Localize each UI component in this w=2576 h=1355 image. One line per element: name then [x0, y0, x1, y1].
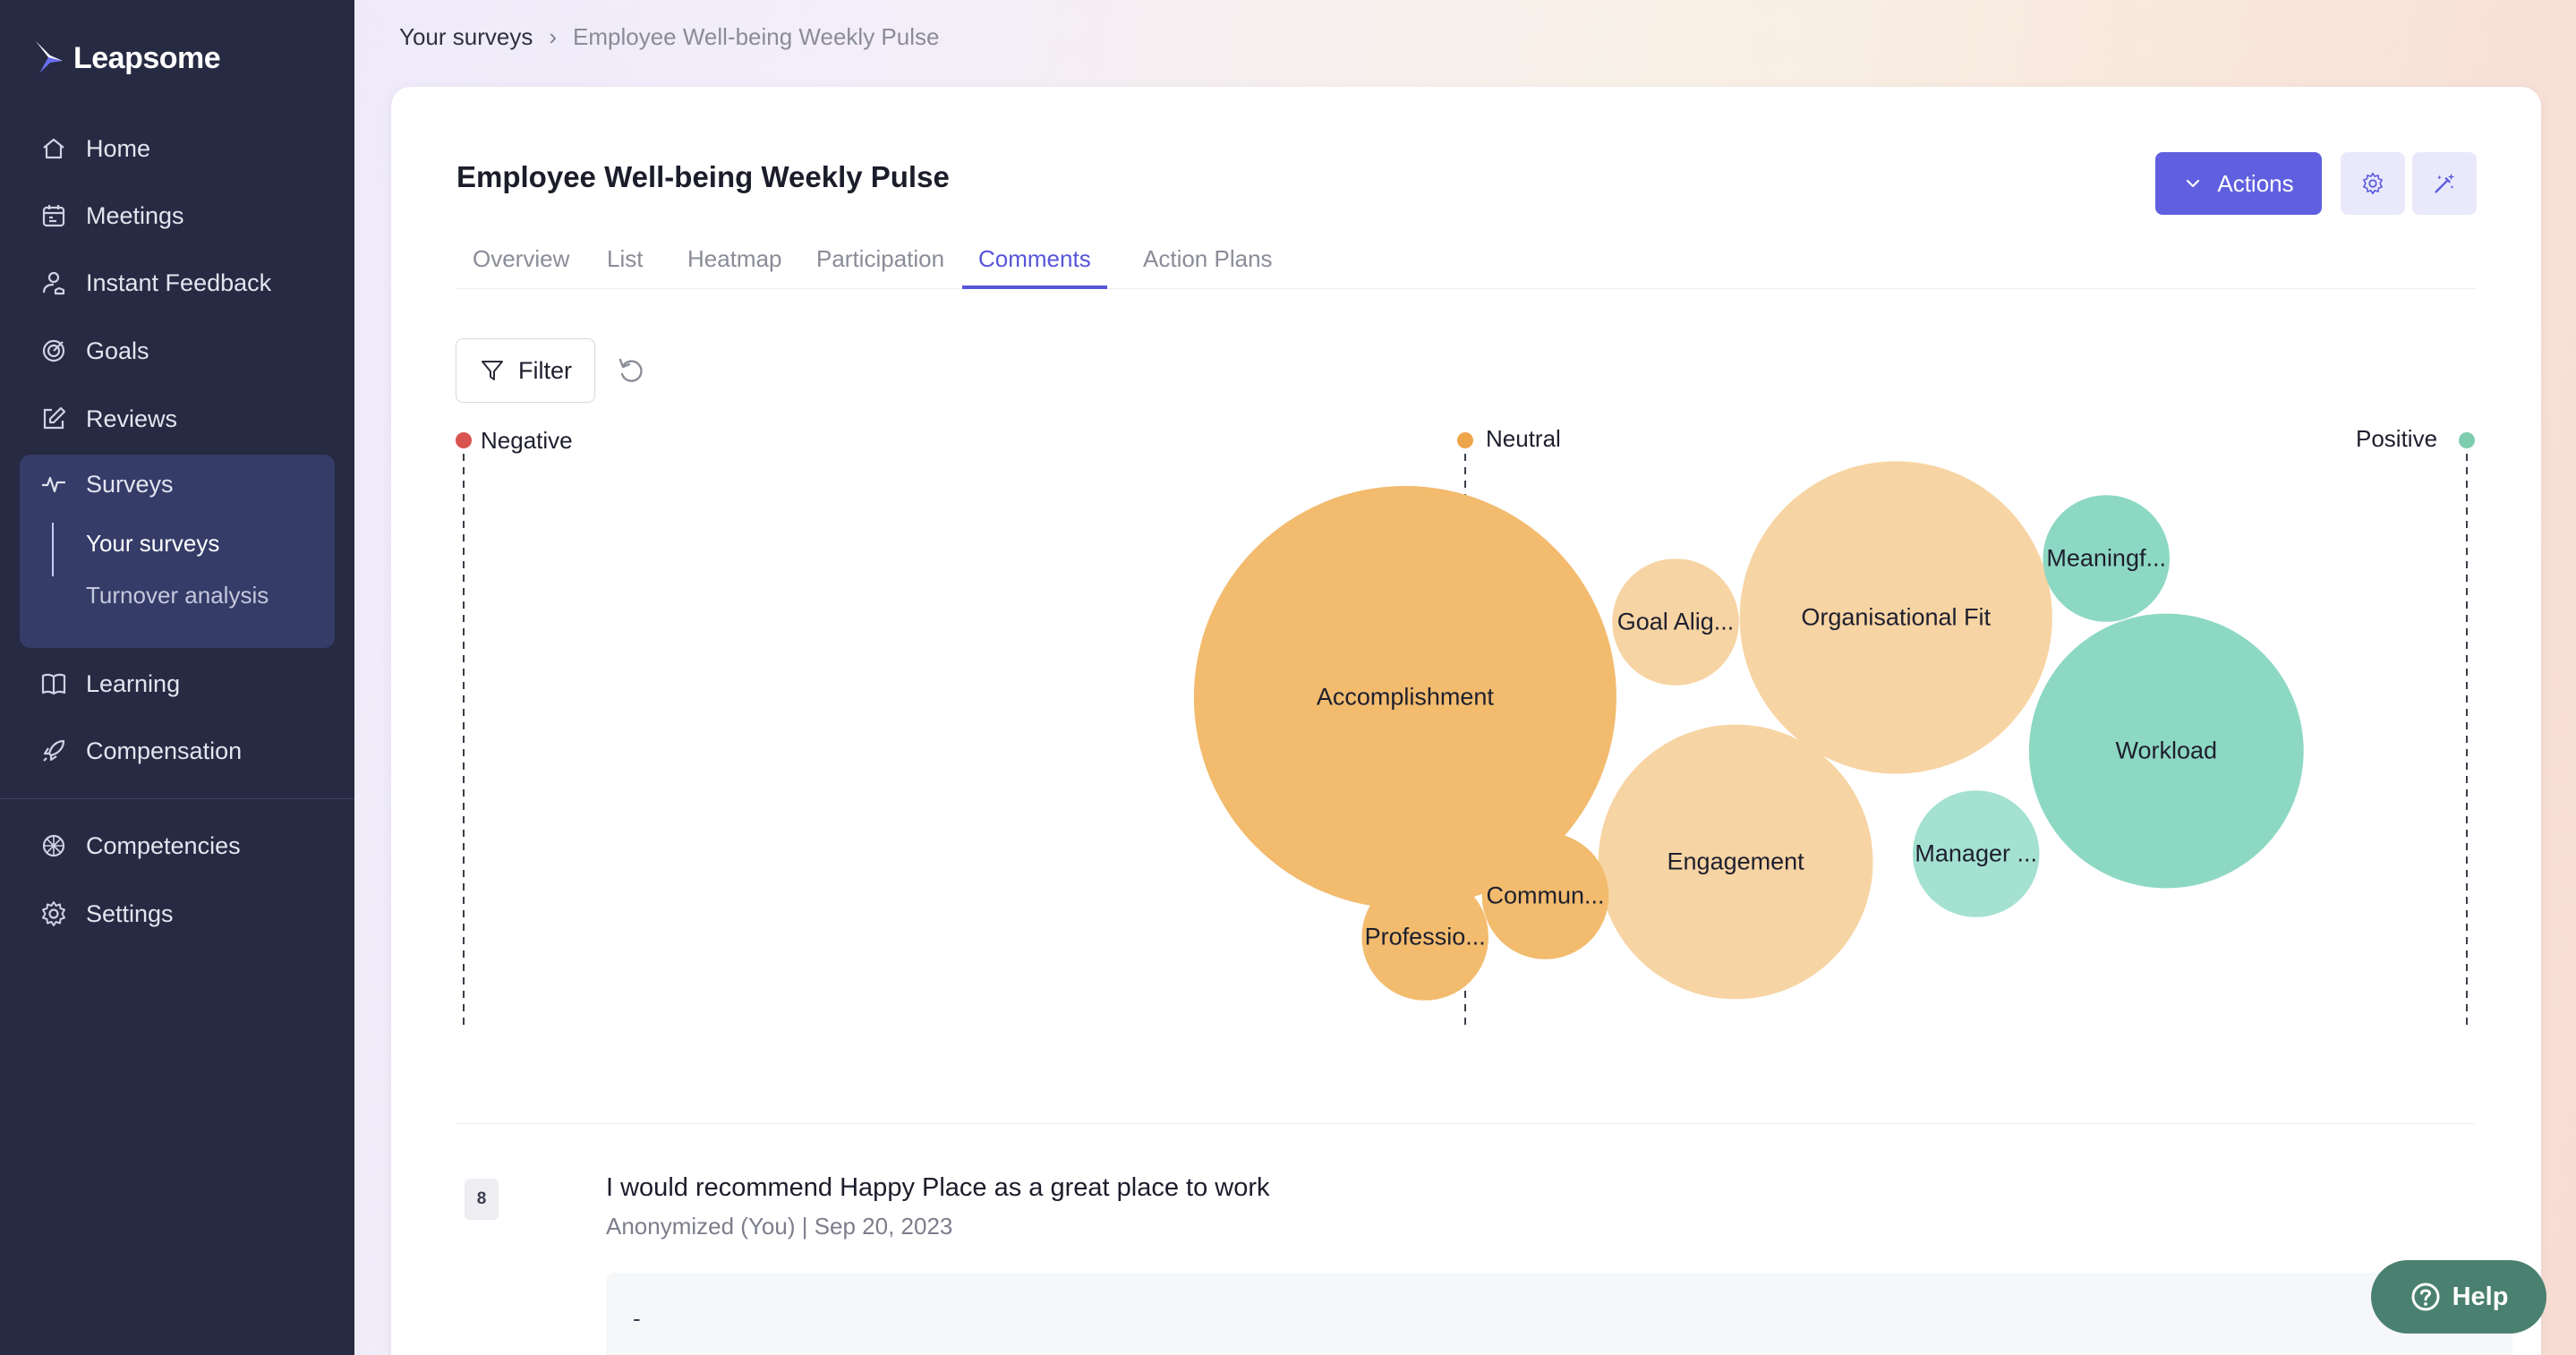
gear-icon	[42, 901, 65, 926]
sidebar-item-label: Reviews	[86, 405, 178, 432]
rocket-icon	[43, 739, 65, 762]
negative-marker	[456, 432, 472, 448]
sidebar-item-label: Surveys	[86, 470, 174, 498]
surveys-section: Surveys Your surveys Turnover analysis	[20, 455, 335, 648]
bubble-label: Commun...	[1486, 882, 1605, 909]
bubble-label: Engagement	[1667, 848, 1804, 875]
breadcrumb: Your surveys › Employee Well-being Weekl…	[399, 23, 939, 51]
sidebar-divider	[0, 798, 354, 799]
axis-label-positive: Positive	[2356, 425, 2438, 452]
bubble-label: Manager ...	[1915, 839, 2037, 867]
bubble-label: Meaningf...	[2046, 544, 2166, 572]
section-divider	[456, 1123, 2475, 1124]
comment-text: -	[633, 1305, 641, 1332]
chevron-right-icon: ›	[549, 23, 558, 50]
home-icon	[43, 138, 64, 159]
sidebar-item-learning[interactable]: Learning	[20, 654, 335, 713]
sidebar-item-home[interactable]: Home	[20, 119, 335, 178]
help-button[interactable]: Help	[2371, 1260, 2546, 1334]
competencies-icon	[42, 834, 65, 857]
sidebar-item-settings[interactable]: Settings	[20, 884, 335, 943]
sidebar-item-label: Settings	[86, 899, 174, 927]
question-title: I would recommend Happy Place as a great…	[606, 1173, 1270, 1202]
sidebar-item-label: Compensation	[86, 737, 243, 764]
target-icon	[42, 339, 65, 362]
sidebar-item-meetings[interactable]: Meetings	[20, 186, 335, 245]
leapsome-logo-icon	[36, 41, 63, 73]
submenu-rail	[52, 523, 54, 576]
comment-box: -	[606, 1273, 2512, 1355]
neutral-marker	[1457, 432, 1473, 448]
sidebar-subitem-your-surveys[interactable]: Your surveys	[86, 530, 219, 558]
help-icon	[2411, 1283, 2440, 1311]
positive-marker	[2459, 432, 2475, 448]
axis-label-negative: Negative	[481, 427, 573, 454]
breadcrumb-current: Employee Well-being Weekly Pulse	[573, 23, 940, 50]
sidebar-item-instant-feedback[interactable]: Instant Feedback	[20, 253, 335, 312]
pulse-icon	[42, 476, 65, 493]
feedback-icon	[42, 271, 65, 295]
sidebar-item-reviews[interactable]: Reviews	[20, 389, 335, 448]
sidebar-item-label: Learning	[86, 669, 181, 697]
breadcrumb-your-surveys[interactable]: Your surveys	[399, 23, 533, 51]
sidebar-item-competencies[interactable]: Competencies	[20, 816, 335, 875]
sidebar-subitem-turnover-analysis[interactable]: Turnover analysis	[86, 582, 269, 609]
sidebar-item-label: Competencies	[86, 831, 241, 859]
sidebar-item-surveys[interactable]: Surveys	[20, 455, 335, 514]
sidebar-item-label: Meetings	[86, 201, 184, 229]
bubble-label: Organisational Fit	[1801, 603, 1991, 631]
comment-meta: Anonymized (You) | Sep 20, 2023	[606, 1213, 953, 1240]
survey-card: Employee Well-being Weekly Pulse Actions…	[391, 87, 2541, 1355]
sidebar-item-label: Goals	[86, 337, 149, 364]
axis-label-neutral: Neutral	[1486, 425, 1561, 452]
sidebar-item-label: Home	[86, 134, 151, 162]
bubble-label: Goal Alig...	[1616, 608, 1735, 635]
brand-name: Leapsome	[73, 40, 221, 75]
sidebar-item-compensation[interactable]: Compensation	[20, 721, 335, 780]
bubble-label: Accomplishment	[1316, 683, 1494, 711]
sidebar-item-label: Instant Feedback	[86, 268, 272, 296]
score-badge: 8	[465, 1179, 499, 1220]
calendar-icon	[42, 205, 65, 227]
sidebar-item-goals[interactable]: Goals	[20, 321, 335, 380]
bubble-label: Workload	[2115, 737, 2218, 764]
help-label: Help	[2452, 1282, 2509, 1311]
brand-logo[interactable]: Leapsome	[34, 39, 221, 77]
sidebar: Leapsome Home Meetings Instant Feedback …	[0, 0, 354, 1355]
edit-icon	[43, 406, 66, 430]
book-icon	[41, 673, 66, 695]
bubble-label: Professio...	[1364, 923, 1486, 950]
